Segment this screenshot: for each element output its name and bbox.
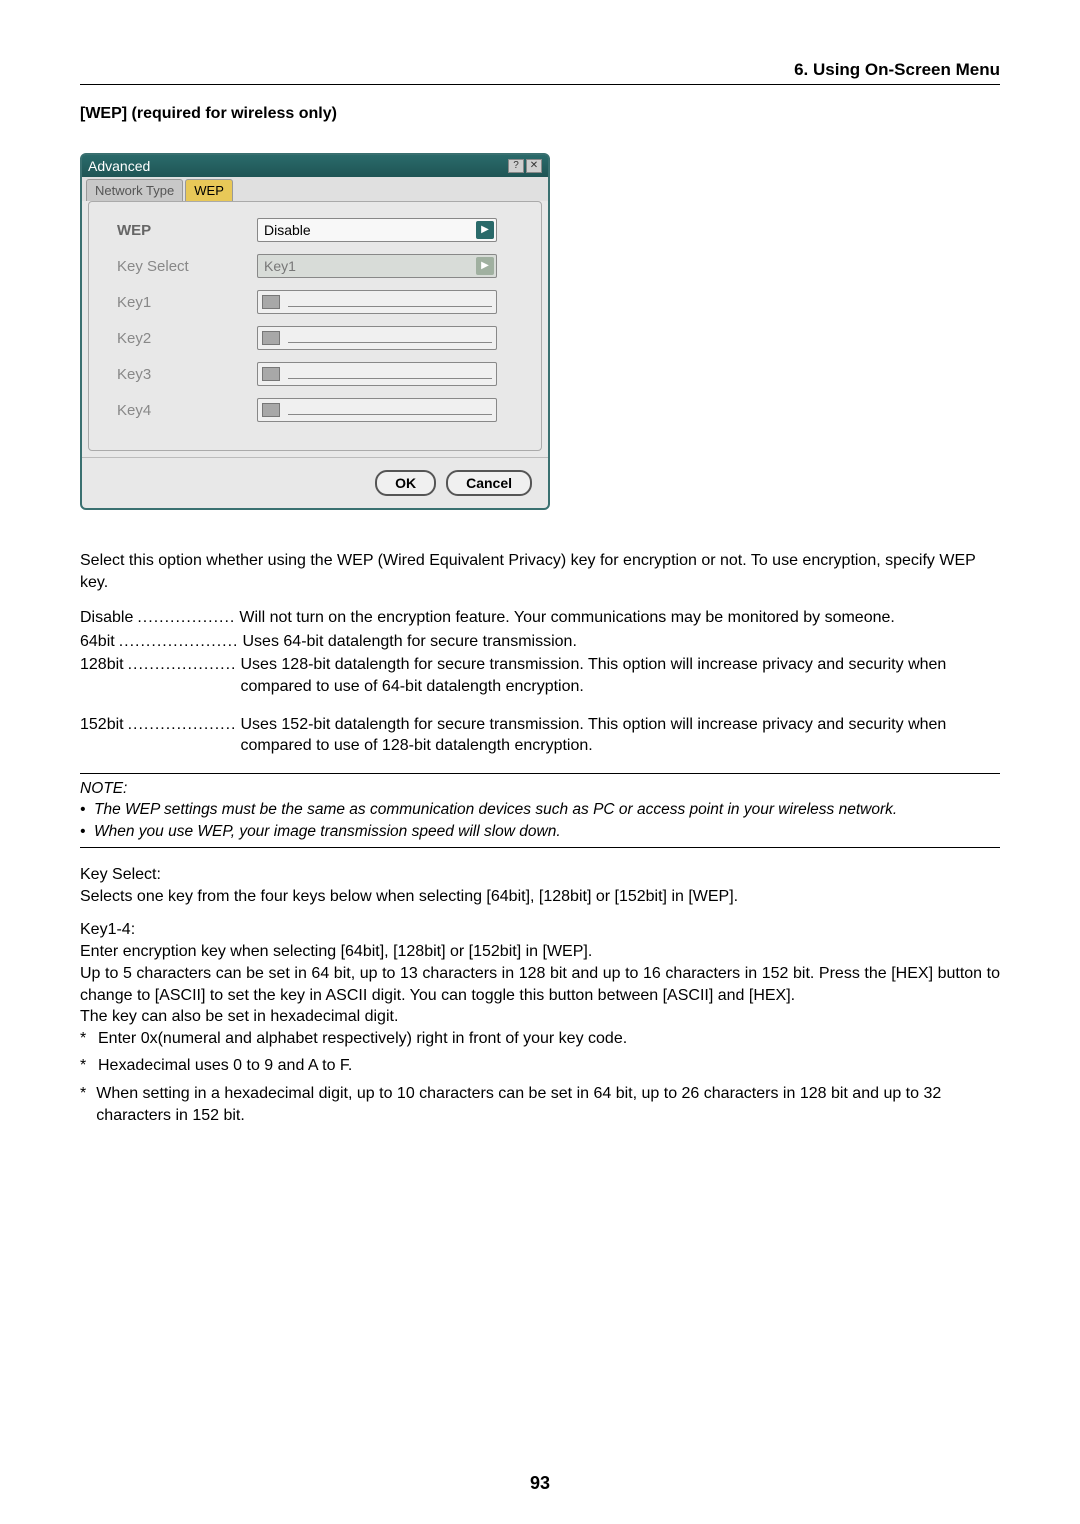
input-line bbox=[288, 333, 492, 343]
leader-dots: ...................... bbox=[115, 631, 243, 653]
key3-input[interactable] bbox=[257, 362, 497, 386]
chevron-right-icon: ▶ bbox=[476, 221, 494, 239]
section-title: [WEP] (required for wireless only) bbox=[80, 105, 1000, 123]
star-list: *Enter 0x(numeral and alphabet respectiv… bbox=[80, 1028, 1000, 1126]
star-item: Enter 0x(numeral and alphabet respective… bbox=[98, 1028, 627, 1050]
keyboard-icon bbox=[262, 403, 280, 417]
ok-button[interactable]: OK bbox=[375, 470, 436, 496]
close-icon[interactable]: ✕ bbox=[526, 159, 542, 173]
note-heading: NOTE: bbox=[80, 778, 1000, 800]
definition-list: Disable .................. Will not turn… bbox=[80, 607, 1000, 757]
key2-input[interactable] bbox=[257, 326, 497, 350]
leader-dots: .................... bbox=[124, 654, 241, 697]
def-term: 152bit bbox=[80, 714, 124, 757]
keyselect-dropdown[interactable]: Key1 ▶ bbox=[257, 254, 497, 278]
input-line bbox=[288, 405, 492, 415]
chevron-right-icon: ▶ bbox=[476, 257, 494, 275]
wep-value: Disable bbox=[264, 222, 311, 238]
keyboard-icon bbox=[262, 367, 280, 381]
wep-label: WEP bbox=[117, 222, 257, 239]
cancel-button[interactable]: Cancel bbox=[446, 470, 532, 496]
keyselect-label: Key Select bbox=[117, 258, 257, 275]
def-term: Disable bbox=[80, 607, 133, 629]
key3-label: Key3 bbox=[117, 366, 257, 383]
def-term: 64bit bbox=[80, 631, 115, 653]
dialog-footer: OK Cancel bbox=[82, 457, 548, 508]
star-item: When setting in a hexadecimal digit, up … bbox=[96, 1083, 1000, 1126]
key1-input[interactable] bbox=[257, 290, 497, 314]
def-desc: Uses 128-bit datalength for secure trans… bbox=[241, 654, 1001, 697]
keyselect-text: Selects one key from the four keys below… bbox=[80, 886, 1000, 908]
input-line bbox=[288, 297, 492, 307]
keyboard-icon bbox=[262, 331, 280, 345]
key14-p1: Enter encryption key when selecting [64b… bbox=[80, 941, 1000, 963]
chapter-header: 6. Using On-Screen Menu bbox=[80, 60, 1000, 85]
chapter-title: 6. Using On-Screen Menu bbox=[794, 60, 1000, 79]
input-line bbox=[288, 369, 492, 379]
tab-network-type[interactable]: Network Type bbox=[86, 179, 183, 201]
def-term: 128bit bbox=[80, 654, 124, 697]
dialog-body: WEP Disable ▶ Key Select Key1 ▶ Key1 Key… bbox=[88, 201, 542, 451]
key14-p3: The key can also be set in hexadecimal d… bbox=[80, 1006, 1000, 1028]
keyselect-heading: Key Select: bbox=[80, 866, 1000, 884]
note-block: NOTE: •The WEP settings must be the same… bbox=[80, 773, 1000, 848]
keyboard-icon bbox=[262, 295, 280, 309]
def-desc: Uses 64-bit datalength for secure transm… bbox=[243, 631, 1001, 653]
dialog-titlebar: Advanced ? ✕ bbox=[82, 155, 548, 177]
dialog-title: Advanced bbox=[88, 158, 150, 174]
key4-label: Key4 bbox=[117, 402, 257, 419]
advanced-dialog: Advanced ? ✕ Network Type WEP WEP Disabl… bbox=[80, 153, 550, 510]
note-line: When you use WEP, your image transmissio… bbox=[94, 821, 561, 843]
key1-label: Key1 bbox=[117, 294, 257, 311]
star-item: Hexadecimal uses 0 to 9 and A to F. bbox=[98, 1055, 352, 1077]
def-desc: Will not turn on the encryption feature.… bbox=[239, 607, 1000, 629]
intro-paragraph: Select this option whether using the WEP… bbox=[80, 550, 1000, 593]
tab-wep[interactable]: WEP bbox=[185, 179, 233, 201]
note-line: The WEP settings must be the same as com… bbox=[94, 799, 897, 821]
leader-dots: .................... bbox=[124, 714, 241, 757]
wep-dropdown[interactable]: Disable ▶ bbox=[257, 218, 497, 242]
key2-label: Key2 bbox=[117, 330, 257, 347]
key4-input[interactable] bbox=[257, 398, 497, 422]
key14-p2: Up to 5 characters can be set in 64 bit,… bbox=[80, 963, 1000, 1006]
def-desc: Uses 152-bit datalength for secure trans… bbox=[241, 714, 1001, 757]
help-icon[interactable]: ? bbox=[508, 159, 524, 173]
key14-heading: Key1-4: bbox=[80, 921, 1000, 939]
dialog-tabs: Network Type WEP bbox=[82, 177, 548, 201]
leader-dots: .................. bbox=[133, 607, 239, 629]
keyselect-value: Key1 bbox=[264, 258, 296, 274]
page-number: 93 bbox=[0, 1473, 1080, 1494]
